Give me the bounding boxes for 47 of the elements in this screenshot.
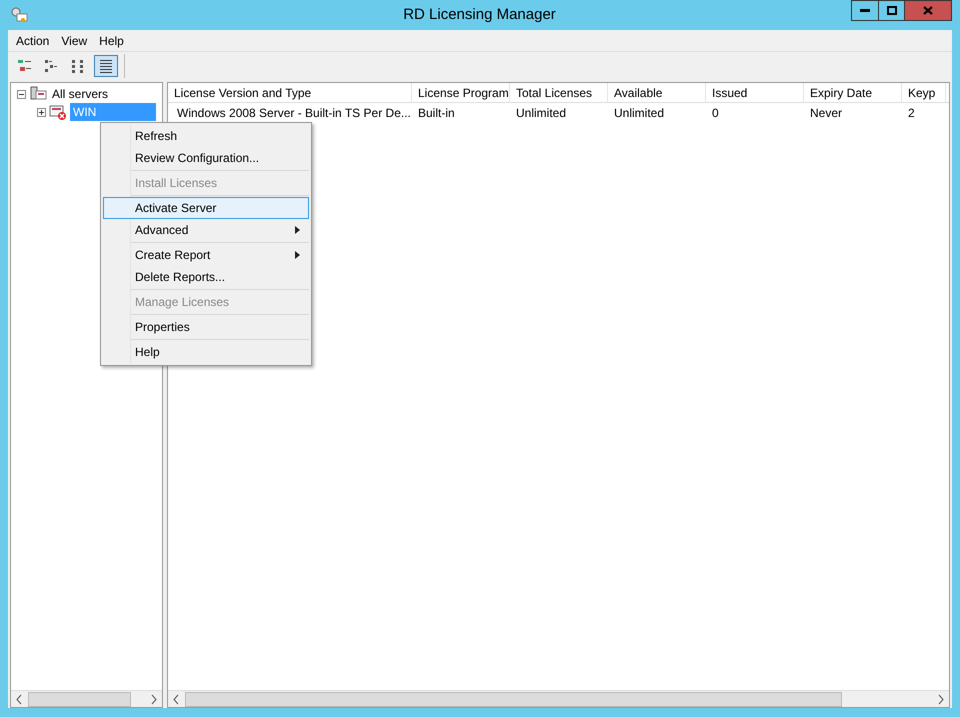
tree-item[interactable]: All servers <box>52 85 108 103</box>
maximize-icon <box>886 6 896 15</box>
list-view-icon <box>44 58 60 74</box>
column-header[interactable]: License Program <box>412 83 510 102</box>
minimize-icon <box>860 9 870 12</box>
table-cell-text: Never <box>810 104 842 122</box>
server-group-icon <box>29 86 47 102</box>
toolbar-button[interactable] <box>94 55 118 77</box>
menu-item[interactable]: Help <box>93 32 130 50</box>
column-header[interactable]: Issued <box>706 83 804 102</box>
table-cell-text: Built-in <box>418 104 455 122</box>
scroll-thumb[interactable] <box>28 692 131 706</box>
menu-item[interactable]: Action <box>10 32 56 50</box>
column-header[interactable]: Available <box>608 83 706 102</box>
tree-view-icon <box>17 58 33 74</box>
horizontal-scrollbar[interactable] <box>11 690 162 707</box>
context-menu-item[interactable]: Activate Server <box>103 197 309 219</box>
expand-icon[interactable] <box>37 108 46 116</box>
app-icon <box>10 6 28 24</box>
table-cell-text: Windows 2008 Server - Built-in TS Per De... <box>177 104 411 122</box>
context-menu-item[interactable]: Create Report <box>103 244 309 266</box>
column-header[interactable]: Expiry Date <box>804 83 902 102</box>
table-cell-text: Unlimited <box>614 104 664 122</box>
scroll-thumb[interactable] <box>185 692 842 706</box>
context-menu-item[interactable]: Delete Reports... <box>103 266 309 288</box>
context-menu-item[interactable]: Advanced <box>103 219 309 241</box>
menu-item[interactable]: View <box>55 32 94 50</box>
window-title: RD Licensing Manager <box>403 4 556 25</box>
minimize-button[interactable] <box>851 0 879 21</box>
close-icon <box>923 6 933 15</box>
context-menu-item[interactable]: Refresh <box>103 125 309 147</box>
column-header[interactable]: Keyp <box>902 83 946 102</box>
context-menu-item[interactable]: Properties <box>103 316 309 338</box>
maximize-button[interactable] <box>879 0 905 21</box>
context-menu-item[interactable]: Review Configuration... <box>103 147 309 169</box>
details-view-icon <box>98 58 114 74</box>
context-menu-item[interactable]: Help <box>103 341 309 363</box>
table-cell-text: 0 <box>712 104 719 122</box>
collapse-icon[interactable] <box>17 90 26 98</box>
submenu-arrow-icon <box>295 251 300 259</box>
column-header[interactable]: Total Licenses <box>510 83 608 102</box>
table-cell-text: 2 <box>908 104 915 122</box>
horizontal-scrollbar[interactable] <box>168 690 949 707</box>
table-cell-text: Unlimited <box>516 104 566 122</box>
close-button[interactable] <box>905 0 952 21</box>
column-header[interactable]: License Version and Type <box>168 83 412 102</box>
submenu-arrow-icon <box>295 226 300 234</box>
